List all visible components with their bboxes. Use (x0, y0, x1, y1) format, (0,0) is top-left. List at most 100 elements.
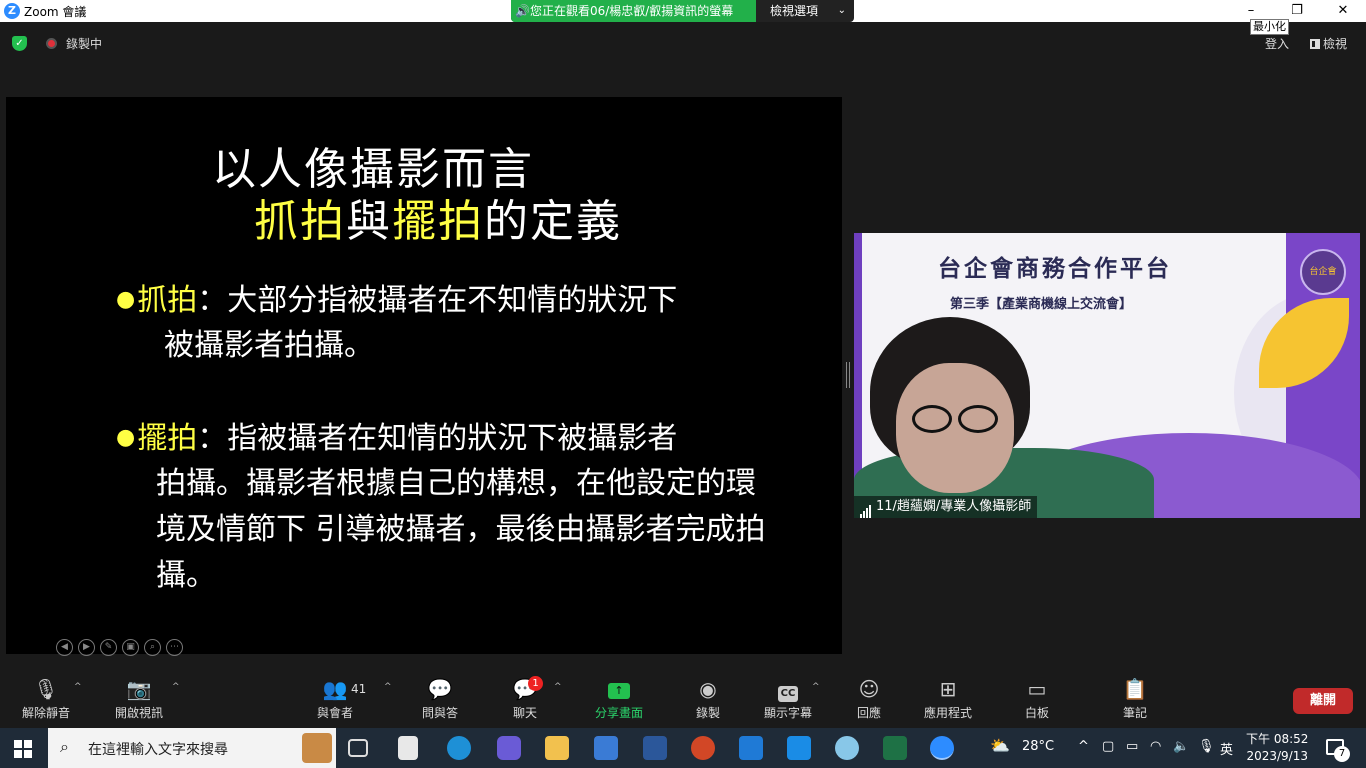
slide-title-line2: 抓拍與擺拍的定義 (254, 185, 622, 249)
reactions-button[interactable]: ☺ 回應 (854, 676, 884, 721)
bullet-dot-icon: ● (116, 287, 136, 312)
participants-count: 41 (351, 682, 367, 696)
whiteboard-button[interactable]: ▭ 白板 (1022, 676, 1052, 721)
meeting-toolbar: 🎙 解除靜音 ^ 📷 開啟視訊 ^ 👥 與會者 41 ^ 💬 問與答 💬 聊天 … (0, 668, 1366, 728)
word-app-icon[interactable] (643, 736, 667, 760)
panel-splitter[interactable] (846, 362, 850, 388)
participant-face (896, 363, 1014, 493)
excel-app-icon[interactable] (883, 736, 907, 760)
copilot-app-icon[interactable] (497, 736, 521, 760)
qa-label: 問與答 (421, 706, 458, 720)
file-explorer-icon[interactable] (545, 736, 569, 760)
unmute-button[interactable]: 🎙 解除靜音 (18, 676, 74, 721)
bullet1-term: 抓拍 (137, 283, 198, 318)
bullet1-continuation: 被攝影者拍攝。 (164, 328, 374, 363)
clock-time: 下午 08:52 (1246, 732, 1309, 746)
notes-label: 筆記 (1122, 706, 1147, 720)
qa-button[interactable]: 💬 問與答 (418, 676, 462, 721)
view-options-button[interactable]: 檢視選項 ⌄ (756, 0, 854, 22)
video-options-caret-icon[interactable]: ^ (172, 682, 180, 692)
meet-now-icon[interactable]: ▢ (1102, 739, 1114, 754)
zoom-icon[interactable]: ⌕ (144, 639, 161, 656)
record-button[interactable]: ◉ 錄製 (692, 676, 724, 721)
apps-label: 應用程式 (923, 706, 972, 720)
windows-start-icon[interactable] (14, 740, 32, 758)
share-arrow-icon: ↑ (592, 676, 646, 702)
chat-caret-icon[interactable]: ^ (554, 682, 562, 692)
task-view-icon[interactable] (348, 739, 368, 757)
next-slide-icon[interactable]: ▶ (78, 639, 95, 656)
view-button[interactable]: 檢視 (1310, 35, 1347, 52)
start-video-label: 開啟視訊 (114, 706, 163, 720)
login-button[interactable]: 登入 (1265, 35, 1289, 52)
weather-temp[interactable]: 28°C (1022, 739, 1054, 754)
slide-controls: ◀ ▶ ✎ ▣ ⌕ ⋯ (56, 634, 188, 656)
mic-tray-icon[interactable]: 🎙 (1198, 739, 1215, 754)
participant-name: 11/趙蘊嫻/專業人像攝影師 (876, 499, 1032, 514)
chat-badge: 1 (528, 676, 543, 691)
view-button-label: 檢視 (1323, 37, 1348, 51)
view-options-label: 檢視選項 (770, 4, 819, 18)
tray-chevron-icon[interactable]: ^ (1078, 739, 1089, 754)
prev-slide-icon[interactable]: ◀ (56, 639, 73, 656)
windows-taskbar: ⌕ 在這裡輸入文字來搜尋 ⛅ 28°C ^ ▢ ▭ ◠ 🔈 🎙 英 下午 08:… (0, 728, 1366, 768)
virtual-bg-title: 台企會商務合作平台 (938, 255, 1172, 282)
wifi-icon[interactable]: ◠ (1150, 739, 1161, 754)
apps-button[interactable]: ⊞ 應用程式 (920, 676, 976, 721)
whiteboard-label: 白板 (1024, 706, 1049, 720)
clock[interactable]: 下午 08:52 2023/9/13 (1246, 731, 1308, 765)
volume-icon[interactable]: 🔈 (1173, 739, 1189, 754)
zoom-icon: Z (4, 3, 20, 19)
bullet2-continuation: 拍攝。攝影者根據自己的構想，在他設定的環境及情節下 引導被攝者，最後由攝影者完成… (156, 466, 766, 593)
taskbar-search-box[interactable]: ⌕ 在這裡輸入文字來搜尋 (48, 728, 336, 768)
unmute-label: 解除靜音 (21, 706, 70, 720)
pen-icon[interactable]: ✎ (100, 639, 117, 656)
zoom-app-icon[interactable] (930, 736, 954, 760)
more-icon[interactable]: ⋯ (166, 639, 183, 656)
security-shield-icon[interactable]: ✓ (12, 36, 27, 51)
store-app-icon[interactable] (594, 736, 618, 760)
viewing-banner-text: 🔊您正在觀看06/楊忠叡/叡揚資訊的螢幕 (511, 0, 756, 22)
captions-button[interactable]: CC 顯示字幕 (760, 676, 816, 721)
notes-icon: 📋 (1122, 677, 1148, 701)
slide-title-rest: 的定義 (484, 196, 622, 247)
captions-caret-icon[interactable]: ^ (812, 682, 820, 692)
organization-logo: 台企會 (1300, 249, 1346, 295)
participants-caret-icon[interactable]: ^ (384, 682, 392, 692)
share-screen-button[interactable]: ↑ 分享畫面 (592, 676, 646, 721)
share-screen-label: 分享畫面 (594, 706, 643, 720)
ime-indicator[interactable]: 英 (1220, 739, 1233, 758)
participant-glasses (912, 405, 1002, 433)
photos-app-icon[interactable] (787, 736, 811, 760)
paint-app-icon[interactable] (835, 736, 859, 760)
bullet1-text: ：大部分指被攝者在不知情的狀況下 (197, 283, 678, 318)
slide-title-term2: 擺拍 (392, 196, 484, 247)
slide-bullet-2: ●擺拍：指被攝者在知情的狀況下被攝影者 (116, 415, 677, 462)
close-button[interactable]: ✕ (1320, 0, 1366, 22)
meeting-top-bar: ✓ 錄製中 登入 檢視 (0, 22, 1366, 62)
mail-app-icon[interactable] (739, 736, 763, 760)
participant-name-bar: 11/趙蘊嫻/專業人像攝影師 (854, 496, 1038, 518)
viewing-banner: 🔊您正在觀看06/楊忠叡/叡揚資訊的螢幕 檢視選項 ⌄ (511, 0, 854, 22)
edge-app-icon[interactable] (447, 736, 471, 760)
bullet-dot-icon: ● (116, 425, 136, 450)
slides-icon[interactable]: ▣ (122, 639, 139, 656)
leave-button[interactable]: 離開 (1293, 688, 1353, 714)
title-bar: Z Zoom 會議 🔊您正在觀看06/楊忠叡/叡揚資訊的螢幕 檢視選項 ⌄ – … (0, 0, 1366, 35)
start-video-button[interactable]: 📷 開啟視訊 (110, 676, 168, 721)
search-icon: ⌕ (60, 737, 69, 756)
audio-options-caret-icon[interactable]: ^ (74, 682, 82, 692)
powerpoint-app-icon[interactable] (691, 736, 715, 760)
shared-screen[interactable]: 以人像攝影而言 抓拍與擺拍的定義 ●抓拍：大部分指被攝者在不知情的狀況下 被攝影… (6, 97, 842, 656)
slide-title-term1: 抓拍 (254, 196, 346, 247)
slide-title-and: 與 (346, 196, 392, 247)
notes-button[interactable]: 📋 筆記 (1120, 676, 1150, 721)
recording-label[interactable]: 錄製中 (66, 35, 102, 52)
qa-icon: 💬 (427, 677, 453, 701)
battery-icon[interactable]: ▭ (1126, 739, 1138, 754)
smiley-icon: ☺ (858, 677, 880, 701)
participant-video[interactable]: 台企會 台企會商務合作平台 第三季【產業商機線上交流會】 11/趙蘊嫻/專業人像… (854, 233, 1360, 518)
slide-bullet-1: ●抓拍：大部分指被攝者在不知情的狀況下 (116, 277, 677, 324)
camera-off-icon: 📷 (126, 677, 152, 701)
notepad-app-icon[interactable] (398, 736, 418, 760)
